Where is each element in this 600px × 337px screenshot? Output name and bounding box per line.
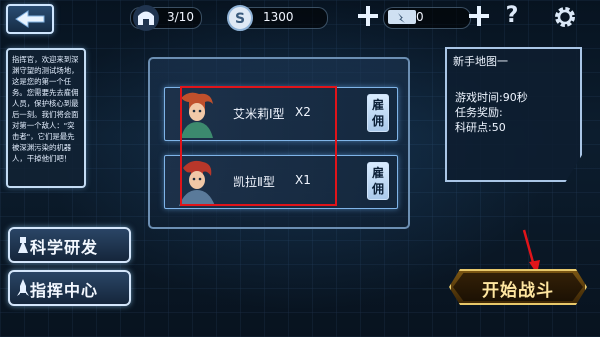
science-research-button[interactable]: 科学研发 [8, 227, 131, 263]
coin-icon: S [227, 5, 253, 31]
hire-button[interactable]: 雇佣 [367, 94, 389, 132]
coins-value-text: 1300 [263, 10, 294, 24]
command-center-label: 指挥中心 [30, 281, 99, 300]
battery-icon [388, 10, 416, 24]
research-points-text: 科研点:50 [455, 121, 506, 134]
game-time-text: 游戏时间:90秒 [455, 91, 528, 104]
units-count-text: 3/10 [167, 10, 194, 24]
settings-button[interactable] [553, 5, 577, 29]
top-bar: 3/10 S 1300 0 ? [0, 0, 600, 34]
add-energy-button[interactable] [467, 4, 491, 28]
highlight-box [180, 86, 337, 206]
intro-panel: 指挥官，欢迎来到深渊守望的测试场地，这是您的第一个任务。您需要先去雇佣人员，保护… [6, 48, 86, 188]
plus-icon [469, 6, 489, 26]
science-research-label: 科学研发 [30, 238, 99, 257]
add-coins-button[interactable] [356, 4, 380, 28]
command-center-button[interactable]: 指挥中心 [8, 270, 131, 306]
start-battle-button[interactable]: 开始战斗 [449, 269, 587, 305]
help-button[interactable]: ? [501, 3, 523, 29]
back-button[interactable] [6, 4, 54, 34]
hire-button[interactable]: 雇佣 [367, 162, 389, 200]
question-icon: ? [505, 3, 519, 28]
energy-counter: 0 [383, 7, 471, 29]
helmet-icon [133, 5, 159, 31]
game-screen: 3/10 S 1300 0 ? 指挥官，欢迎来到深渊守望的测试场地，这是您的第一… [0, 0, 600, 337]
gear-icon [555, 7, 575, 27]
start-battle-label: 开始战斗 [482, 281, 554, 301]
flask-icon [18, 237, 28, 253]
map-title: 新手地图一 [453, 55, 508, 68]
back-arrow-icon [15, 10, 45, 28]
intro-text: 指挥官，欢迎来到深渊守望的测试场地，这是您的第一个任务。您需要先去雇佣人员，保护… [12, 55, 79, 163]
svg-text:S: S [235, 11, 245, 27]
reward-label: 任务奖励: [455, 106, 503, 119]
energy-value-text: 0 [416, 10, 424, 24]
coins-counter: S 1300 [227, 5, 328, 31]
rocket-icon [17, 279, 29, 296]
map-info-panel: 新手地图一 游戏时间:90秒 任务奖励: 科研点:50 [445, 47, 582, 182]
plus-icon [358, 6, 378, 26]
units-counter: 3/10 [130, 5, 202, 31]
